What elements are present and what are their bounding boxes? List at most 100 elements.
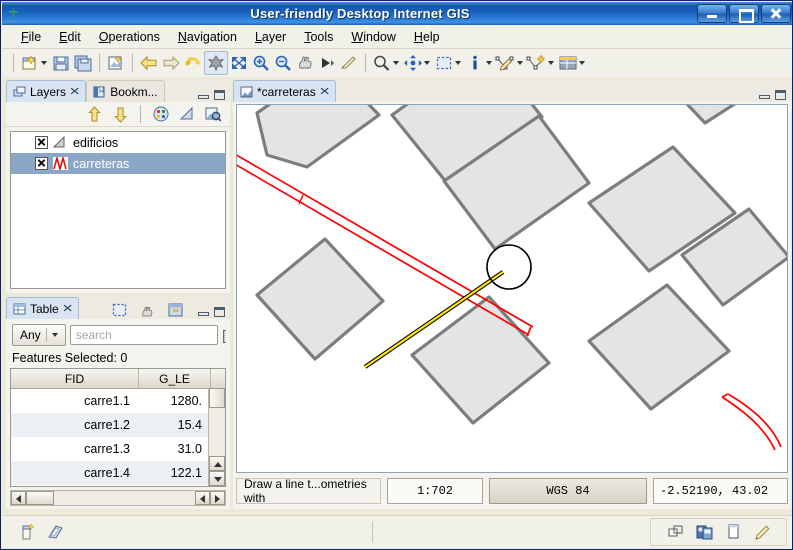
- table-search-row: Any search [: [6, 319, 230, 349]
- layer-visibility-checkbox[interactable]: [35, 157, 48, 170]
- info-dropdown-caret[interactable]: [486, 61, 492, 65]
- back-arrow-icon[interactable]: [138, 52, 160, 74]
- forward-arrow-icon[interactable]: [160, 52, 182, 74]
- select-all-icon[interactable]: [108, 299, 130, 321]
- scale-field[interactable]: 1:702: [387, 478, 483, 504]
- map-view-panel: *carreteras ✕ Draw a line t...ometries w…: [233, 80, 791, 509]
- cascade-windows-icon[interactable]: [694, 522, 714, 542]
- table-row[interactable]: carre1.2 15.4: [11, 413, 225, 437]
- edit-geometry-dropdown-caret[interactable]: [517, 61, 523, 65]
- add-layer-icon[interactable]: [202, 103, 224, 125]
- pan-tools-dropdown-caret[interactable]: [424, 61, 430, 65]
- column-header-fid[interactable]: FID: [11, 369, 139, 388]
- close-button[interactable]: [761, 4, 791, 23]
- table-panel-minimize-button[interactable]: [198, 307, 209, 317]
- scroll-left-button[interactable]: [11, 491, 26, 505]
- full-extent-icon[interactable]: [204, 51, 228, 75]
- scroll-left-button-2[interactable]: [195, 491, 210, 505]
- cell-g-le: 15.4: [177, 418, 202, 432]
- refresh-icon[interactable]: [182, 52, 204, 74]
- menu-window[interactable]: Window: [342, 27, 404, 47]
- minimize-button[interactable]: [697, 4, 727, 23]
- map-panel-minimize-button[interactable]: [759, 90, 770, 100]
- table-panel-toolbar: [108, 299, 186, 321]
- move-layer-down-icon[interactable]: [109, 103, 131, 125]
- save-as-icon[interactable]: [72, 52, 94, 74]
- select-tools-icon[interactable]: [433, 52, 455, 74]
- new-view-icon[interactable]: [105, 52, 127, 74]
- menu-edit[interactable]: Edit: [50, 27, 90, 47]
- map-canvas[interactable]: [236, 104, 788, 473]
- clear-selection-icon[interactable]: [136, 299, 158, 321]
- layer-properties-icon[interactable]: [176, 103, 198, 125]
- zoom-tools-dropdown-caret[interactable]: [393, 61, 399, 65]
- info-icon[interactable]: [464, 52, 486, 74]
- export-table-icon[interactable]: [164, 299, 186, 321]
- open-project-small-icon[interactable]: [46, 522, 66, 542]
- new-project-icon[interactable]: [19, 52, 41, 74]
- menu-help[interactable]: Help: [405, 27, 449, 47]
- layer-visibility-checkbox[interactable]: [35, 136, 48, 149]
- measure-icon[interactable]: [338, 52, 360, 74]
- chevron-down-icon[interactable]: [51, 333, 58, 337]
- scroll-right-button[interactable]: [210, 491, 225, 505]
- map-panel-maximize-button[interactable]: [775, 90, 786, 100]
- bottom-bar-divider: [372, 521, 373, 543]
- zoom-prev-icon[interactable]: [316, 52, 338, 74]
- table-tools-dropdown-caret[interactable]: [579, 61, 585, 65]
- new-project-small-icon[interactable]: [18, 522, 38, 542]
- insert-vertex-icon[interactable]: [526, 52, 548, 74]
- search-input[interactable]: search: [69, 325, 219, 345]
- table-row[interactable]: carre1.1 1280.: [11, 389, 225, 413]
- table-tools-icon[interactable]: [557, 52, 579, 74]
- save-icon[interactable]: [50, 52, 72, 74]
- application-window: User-friendly Desktop Internet GIS File …: [0, 0, 793, 550]
- tab-table-close-icon[interactable]: ✕: [62, 302, 74, 315]
- table-horizontal-scrollbar[interactable]: [10, 490, 226, 506]
- symbology-palette-icon[interactable]: [150, 103, 172, 125]
- pan-hand-icon[interactable]: [294, 52, 316, 74]
- edit-geometry-icon[interactable]: [495, 52, 517, 74]
- insert-vertex-dropdown-caret[interactable]: [548, 61, 554, 65]
- filter-field-dropdown[interactable]: Any: [12, 324, 66, 346]
- vertical-scrollbar-thumb[interactable]: [209, 388, 225, 408]
- menu-navigation[interactable]: Navigation: [169, 27, 246, 47]
- tab-bookmarks[interactable]: Bookm...: [86, 80, 165, 102]
- column-header-g-le[interactable]: G_LE: [139, 369, 211, 388]
- layers-panel-minimize-button[interactable]: [198, 90, 209, 100]
- crs-button[interactable]: WGS 84: [489, 478, 647, 504]
- horizontal-scrollbar-thumb[interactable]: [26, 491, 54, 505]
- tile-windows-icon[interactable]: [665, 522, 685, 542]
- menu-tools[interactable]: Tools: [295, 27, 342, 47]
- select-tools-dropdown-caret[interactable]: [455, 61, 461, 65]
- tab-table[interactable]: Table ✕: [6, 297, 79, 319]
- edit-pencil-icon[interactable]: [752, 522, 772, 542]
- new-project-dropdown-caret[interactable]: [41, 61, 47, 65]
- layers-panel-maximize-button[interactable]: [214, 90, 225, 100]
- zoom-tools-icon[interactable]: [371, 52, 393, 74]
- scroll-up-button[interactable]: [209, 456, 225, 471]
- move-layer-up-icon[interactable]: [83, 103, 105, 125]
- zoom-in-icon[interactable]: [250, 52, 272, 74]
- tab-layers-close-icon[interactable]: ✕: [69, 85, 81, 98]
- layers-icon: [13, 86, 26, 96]
- tab-layers[interactable]: Layers ✕: [6, 80, 87, 102]
- pan-tools-icon[interactable]: [402, 52, 424, 74]
- zoom-out-icon[interactable]: [272, 52, 294, 74]
- table-vertical-scrollbar[interactable]: [208, 388, 225, 486]
- table-panel-maximize-button[interactable]: [214, 307, 225, 317]
- maximize-button[interactable]: [729, 4, 759, 23]
- single-window-icon[interactable]: [723, 522, 743, 542]
- cell-fid: carre1.3: [84, 442, 130, 456]
- menu-operations[interactable]: Operations: [90, 27, 169, 47]
- menu-file[interactable]: File: [12, 27, 50, 47]
- tab-carreteras-close-icon[interactable]: ✕: [319, 85, 331, 98]
- table-row[interactable]: carre1.4 122.1: [11, 461, 225, 485]
- scroll-down-button[interactable]: [209, 471, 225, 486]
- table-row[interactable]: carre1.3 31.0: [11, 437, 225, 461]
- menu-layer[interactable]: Layer: [246, 27, 295, 47]
- layer-row-carreteras[interactable]: carreteras: [11, 153, 225, 174]
- layer-row-edificios[interactable]: edificios: [11, 132, 225, 153]
- zoom-to-fit-icon[interactable]: [228, 52, 250, 74]
- tab-carreteras-view[interactable]: *carreteras ✕: [233, 80, 336, 102]
